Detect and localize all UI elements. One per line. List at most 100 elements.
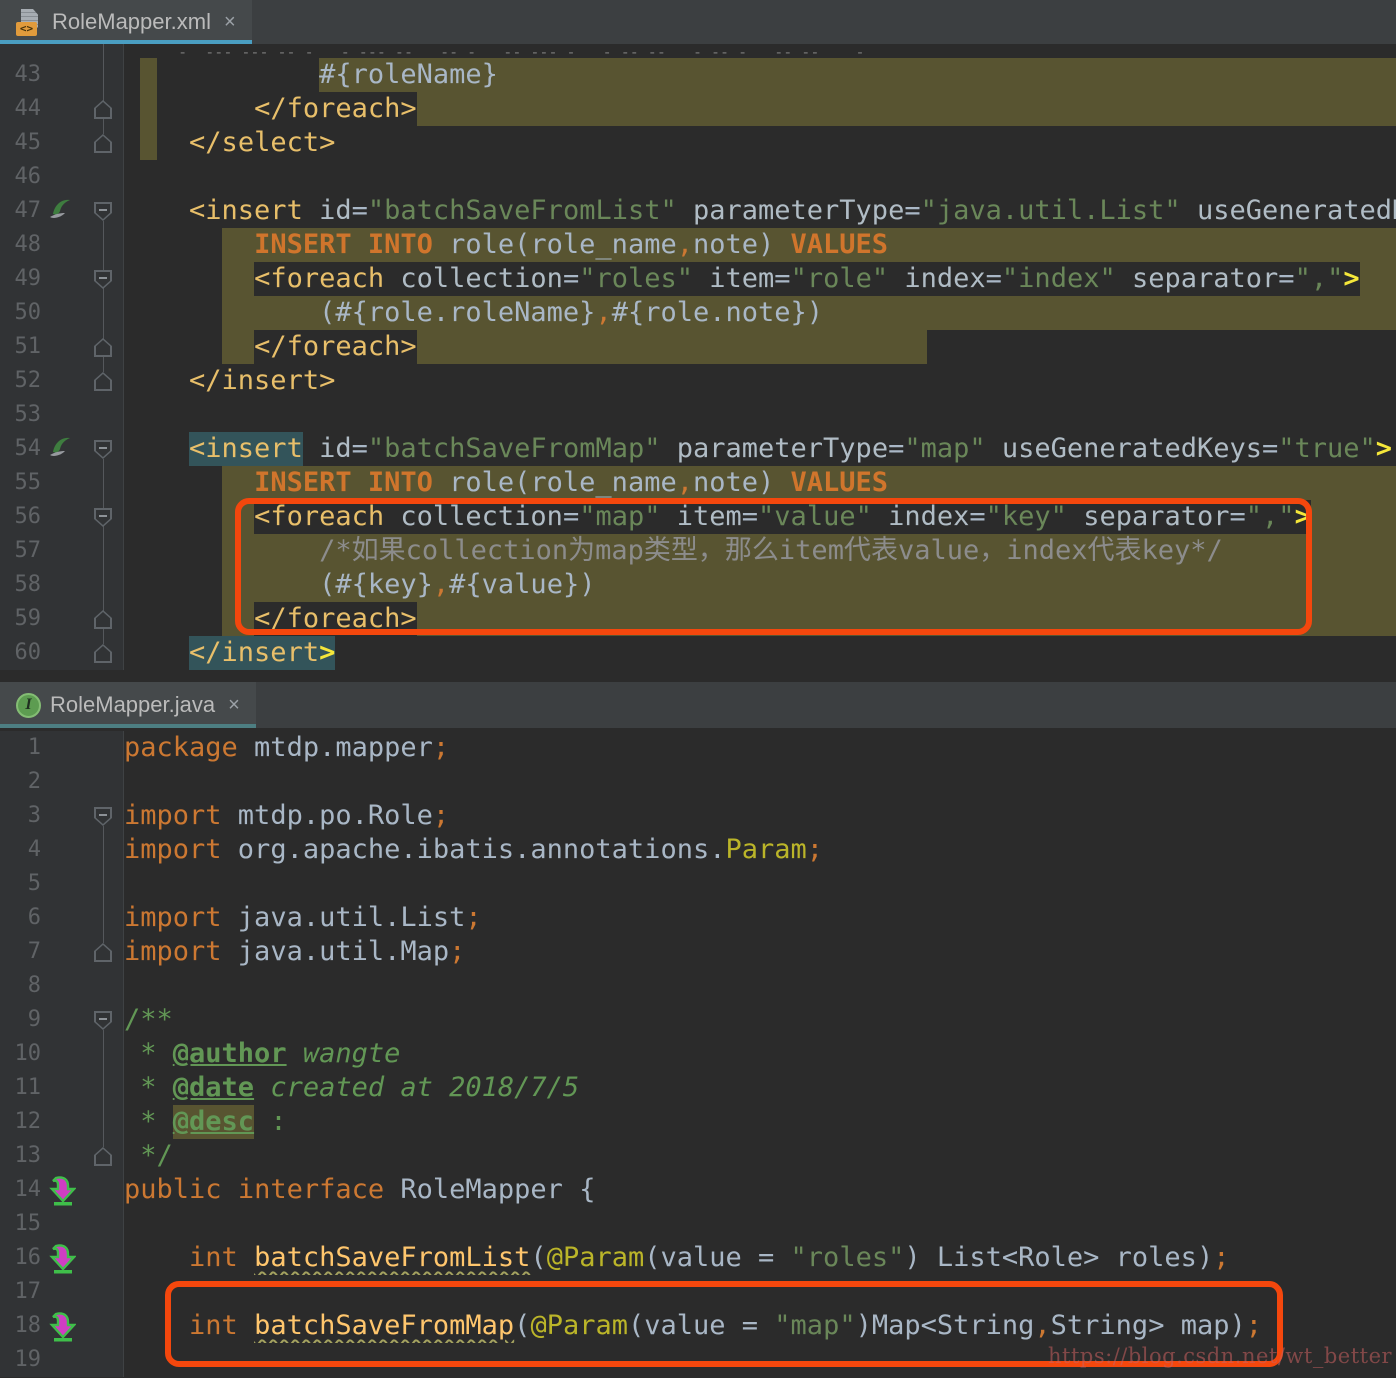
mybatis-bird-icon[interactable]	[44, 194, 78, 228]
gutter	[0, 44, 124, 58]
gutter: 1	[0, 731, 124, 765]
line-number: 3	[0, 799, 44, 833]
code-line[interactable]: - --- --- -- - - --- -- -- - -- --- - - …	[0, 44, 1396, 58]
watermark: https://blog.csdn.net/wt_better	[1048, 1344, 1392, 1368]
code-line[interactable]: 15	[0, 1207, 1396, 1241]
fold-marker[interactable]	[94, 372, 112, 391]
mapper-arrow-icon[interactable]	[44, 1309, 78, 1343]
code-line[interactable]: 10 * @author wangte	[0, 1037, 1396, 1071]
java-editor[interactable]: 1package mtdp.mapper;23import mtdp.po.Ro…	[0, 728, 1396, 1378]
fold-marker[interactable]	[94, 100, 112, 119]
code-line[interactable]: 5	[0, 867, 1396, 901]
fold-marker[interactable]	[94, 270, 112, 289]
code-line[interactable]: 50 (#{role.roleName},#{role.note})	[0, 296, 1396, 330]
close-icon[interactable]: ×	[228, 695, 240, 715]
line-number: 8	[0, 969, 44, 1003]
mapper-arrow-icon[interactable]	[44, 1173, 78, 1207]
mapper-arrow-icon[interactable]	[44, 1241, 78, 1275]
gutter: 53	[0, 398, 124, 432]
code-line[interactable]: 6import java.util.List;	[0, 901, 1396, 935]
fold-marker[interactable]	[94, 440, 112, 459]
code-line[interactable]: 54 <insert id="batchSaveFromMap" paramet…	[0, 432, 1396, 466]
fold-marker[interactable]	[94, 508, 112, 527]
gutter: 10	[0, 1037, 124, 1071]
code-line[interactable]: 12 * @desc :	[0, 1105, 1396, 1139]
line-number: 15	[0, 1207, 44, 1241]
code-line[interactable]: 53	[0, 398, 1396, 432]
gutter: 14	[0, 1173, 124, 1207]
gutter: 15	[0, 1207, 124, 1241]
fold-marker[interactable]	[94, 1011, 112, 1030]
line-number: 12	[0, 1105, 44, 1139]
gutter: 50	[0, 296, 124, 330]
tab-rolemapper-xml[interactable]: <> RoleMapper.xml ×	[0, 0, 252, 44]
line-number: 49	[0, 262, 44, 296]
gutter: 52	[0, 364, 124, 398]
code-line[interactable]: 9/**	[0, 1003, 1396, 1037]
close-icon[interactable]: ×	[224, 12, 236, 32]
code-line[interactable]: 56 <foreach collection="map" item="value…	[0, 500, 1396, 534]
fold-marker[interactable]	[94, 338, 112, 357]
line-number: 58	[0, 568, 44, 602]
code-line[interactable]: 52 </insert>	[0, 364, 1396, 398]
line-number: 6	[0, 901, 44, 935]
java-editor-tabbar: I RoleMapper.java ×	[0, 682, 1396, 728]
gutter: 44	[0, 92, 124, 126]
line-number: 46	[0, 160, 44, 194]
code-line[interactable]: 17	[0, 1275, 1396, 1309]
fold-marker[interactable]	[94, 943, 112, 962]
code-line[interactable]: 16 int batchSaveFromList(@Param(value = …	[0, 1241, 1396, 1275]
line-number: 9	[0, 1003, 44, 1037]
code-line[interactable]: 46	[0, 160, 1396, 194]
code-line[interactable]: 43 #{roleName}	[0, 58, 1396, 92]
xml-badge: <>	[16, 22, 37, 36]
gutter: 48	[0, 228, 124, 262]
code-line[interactable]: 8	[0, 969, 1396, 1003]
code-line[interactable]: 45 </select>	[0, 126, 1396, 160]
fold-marker[interactable]	[94, 1147, 112, 1166]
line-number: 14	[0, 1173, 44, 1207]
code-line[interactable]: 3import mtdp.po.Role;	[0, 799, 1396, 833]
fold-marker[interactable]	[94, 202, 112, 221]
code-line[interactable]: 51 </foreach>	[0, 330, 1396, 364]
code-line[interactable]: 44 </foreach>	[0, 92, 1396, 126]
tab-rolemapper-java[interactable]: I RoleMapper.java ×	[0, 682, 256, 728]
line-number: 54	[0, 432, 44, 466]
code-line[interactable]: 2	[0, 765, 1396, 799]
code-line[interactable]: 57 /*如果collection为map类型，那么item代表value，in…	[0, 534, 1396, 568]
code-line[interactable]: 13 */	[0, 1139, 1396, 1173]
line-number: 16	[0, 1241, 44, 1275]
gutter: 55	[0, 466, 124, 500]
gutter: 54	[0, 432, 124, 466]
code-line[interactable]: 55 INSERT INTO role(role_name,note) VALU…	[0, 466, 1396, 500]
code-line[interactable]: 48 INSERT INTO role(role_name,note) VALU…	[0, 228, 1396, 262]
line-number: 57	[0, 534, 44, 568]
code-line[interactable]: 7import java.util.Map;	[0, 935, 1396, 969]
xml-editor-tabbar: <> RoleMapper.xml ×	[0, 0, 1396, 44]
fold-marker[interactable]	[94, 610, 112, 629]
code-line[interactable]: 18 int batchSaveFromMap(@Param(value = "…	[0, 1309, 1396, 1343]
gutter: 47	[0, 194, 124, 228]
code-line[interactable]: 47 <insert id="batchSaveFromList" parame…	[0, 194, 1396, 228]
gutter: 7	[0, 935, 124, 969]
fold-marker[interactable]	[94, 644, 112, 663]
gutter: 46	[0, 160, 124, 194]
code-line[interactable]: 60 </insert>	[0, 636, 1396, 670]
line-number: 50	[0, 296, 44, 330]
gutter: 60	[0, 636, 124, 670]
code-line[interactable]: 58 (#{key},#{value})	[0, 568, 1396, 602]
code-line[interactable]: 59 </foreach>	[0, 602, 1396, 636]
line-number: 4	[0, 833, 44, 867]
xml-file-icon: <>	[16, 9, 43, 36]
code-line[interactable]: 49 <foreach collection="roles" item="rol…	[0, 262, 1396, 296]
fold-marker[interactable]	[94, 807, 112, 826]
mybatis-bird-icon[interactable]	[44, 432, 78, 466]
code-line[interactable]: 14public interface RoleMapper {	[0, 1173, 1396, 1207]
fold-marker[interactable]	[94, 134, 112, 153]
code-line[interactable]: 4import org.apache.ibatis.annotations.Pa…	[0, 833, 1396, 867]
xml-editor[interactable]: - --- --- -- - - --- -- -- - -- --- - - …	[0, 44, 1396, 682]
code-line[interactable]: 1package mtdp.mapper;	[0, 731, 1396, 765]
code-line[interactable]: 11 * @date created at 2018/7/5	[0, 1071, 1396, 1105]
line-number: 43	[0, 58, 44, 92]
gutter: 4	[0, 833, 124, 867]
